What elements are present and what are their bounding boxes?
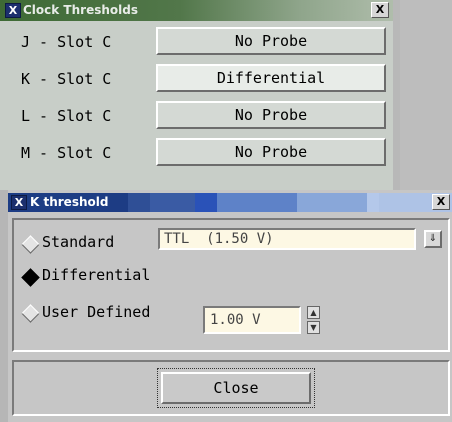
probe-row-l: L - Slot C No Probe (3, 98, 392, 135)
k-threshold-titlebar[interactable]: X K threshold X (8, 193, 452, 212)
probe-l-threshold-button[interactable]: No Probe (156, 101, 386, 129)
dropdown-arrow-icon[interactable]: ⇓ (424, 230, 442, 248)
standard-select[interactable]: TTL (1.50 V) (158, 228, 416, 250)
probe-list: J - Slot C No Probe K - Slot C Different… (3, 24, 392, 190)
standard-radio[interactable] (21, 235, 40, 254)
window-title: Clock Thresholds (23, 3, 138, 17)
probe-j-threshold-button[interactable]: No Probe (156, 27, 386, 55)
close-button-focus-frame: Close (157, 368, 315, 408)
spin-up-icon[interactable]: ▲ (307, 306, 320, 319)
probe-label: J - Slot C (21, 33, 112, 51)
probe-k-threshold-button[interactable]: Differential (156, 64, 386, 92)
desktop-background (400, 0, 452, 190)
differential-radio[interactable] (21, 268, 40, 287)
probe-row-k: K - Slot C Differential (3, 61, 392, 98)
app-x-icon: X (5, 3, 21, 18)
window-edge (393, 0, 400, 190)
user-defined-radio[interactable] (21, 304, 40, 323)
standard-label[interactable]: Standard (42, 232, 114, 252)
window-edge (0, 190, 8, 422)
user-defined-voltage-input[interactable]: 1.00 V (203, 306, 301, 334)
probe-label: M - Slot C (21, 144, 112, 162)
clock-thresholds-titlebar[interactable]: X Clock Thresholds X (0, 0, 400, 21)
probe-label: L - Slot C (21, 107, 112, 125)
dialog-footer: Close (12, 360, 450, 416)
close-window-button[interactable]: X (432, 194, 450, 210)
probe-m-threshold-button[interactable]: No Probe (156, 138, 386, 166)
probe-row-m: M - Slot C No Probe (3, 135, 392, 172)
spin-down-icon[interactable]: ▼ (307, 321, 320, 334)
close-button[interactable]: Close (161, 372, 311, 404)
threshold-options-panel: Standard TTL (1.50 V) ⇓ Differential Use… (12, 218, 450, 352)
close-window-button[interactable]: X (371, 2, 389, 18)
app-x-icon: X (11, 195, 27, 210)
k-threshold-window: X K threshold X Standard TTL (1.50 V) ⇓ … (0, 190, 452, 422)
clock-thresholds-window: X Clock Thresholds X J - Slot C No Probe… (0, 0, 400, 190)
user-defined-label[interactable]: User Defined (42, 302, 150, 322)
probe-row-j: J - Slot C No Probe (3, 24, 392, 61)
window-title: K threshold (30, 195, 109, 209)
probe-label: K - Slot C (21, 70, 112, 88)
differential-label[interactable]: Differential (42, 265, 150, 285)
